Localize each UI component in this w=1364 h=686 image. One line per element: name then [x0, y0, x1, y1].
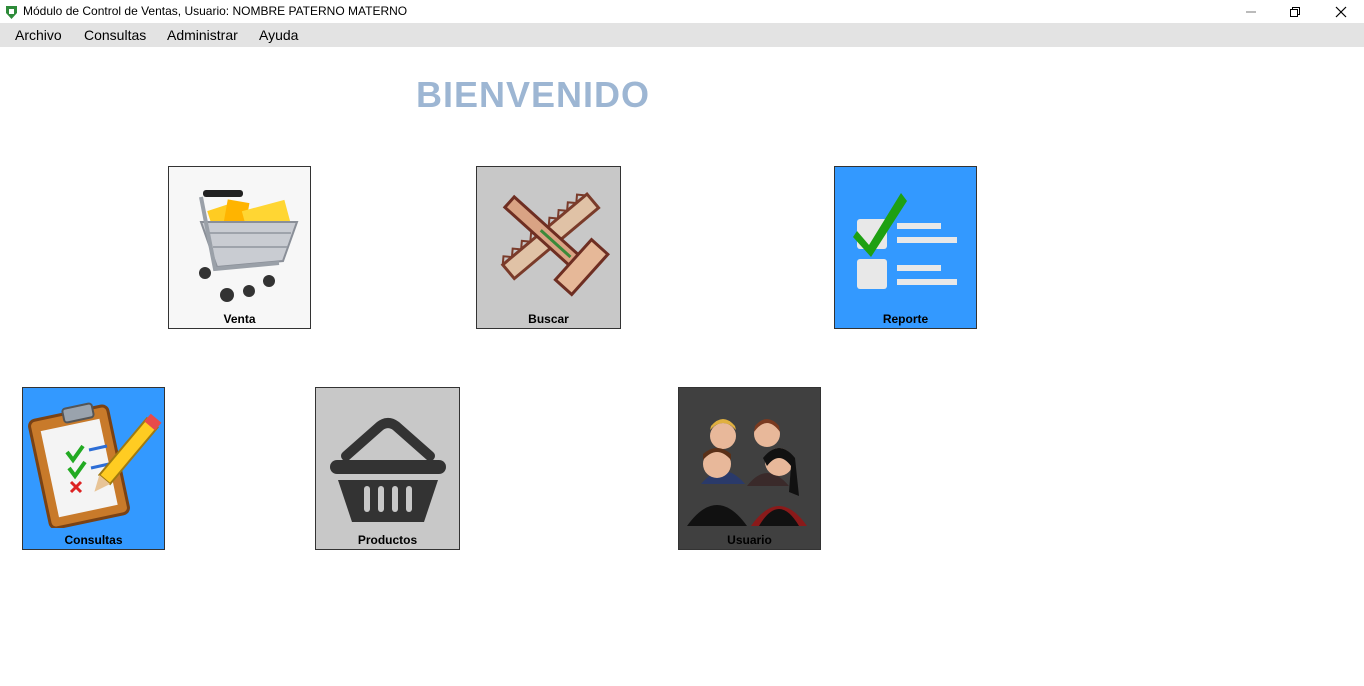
- menu-archivo[interactable]: Archivo: [15, 27, 62, 43]
- restore-icon: [1290, 7, 1300, 17]
- menu-administrar[interactable]: Administrar: [167, 27, 238, 43]
- window-title: Módulo de Control de Ventas, Usuario: NO…: [23, 4, 408, 18]
- restore-button[interactable]: [1272, 0, 1318, 23]
- tile-usuario-label: Usuario: [727, 533, 772, 547]
- tile-venta[interactable]: Venta: [168, 166, 311, 329]
- tile-reporte-label: Reporte: [882, 312, 929, 326]
- minimize-button[interactable]: [1228, 0, 1274, 23]
- app-shield-icon: [6, 6, 17, 19]
- tile-reporte[interactable]: Reporte: [834, 166, 977, 329]
- checklist-icon: [853, 193, 957, 289]
- menu-bar: Archivo Consultas Administrar Ayuda: [0, 23, 1364, 47]
- tile-consultas-label: Consultas: [64, 533, 123, 547]
- minimize-icon: [1246, 11, 1256, 13]
- shopping-cart-icon: [199, 190, 299, 302]
- menu-ayuda[interactable]: Ayuda: [259, 27, 298, 43]
- tile-buscar-label: Buscar: [528, 312, 569, 326]
- tools-icon: [500, 191, 610, 297]
- tile-venta-label: Venta: [223, 312, 256, 326]
- tile-buscar[interactable]: Buscar: [476, 166, 621, 329]
- tile-productos[interactable]: Productos: [315, 387, 460, 550]
- welcome-heading: BIENVENIDO: [416, 74, 651, 115]
- tile-consultas[interactable]: Consultas: [22, 387, 165, 550]
- tile-productos-label: Productos: [357, 533, 418, 547]
- close-button[interactable]: [1318, 0, 1364, 23]
- tile-usuario[interactable]: Usuario: [678, 387, 821, 550]
- basket-icon: [330, 418, 446, 522]
- users-icon: [687, 419, 807, 526]
- clipboard-icon: [28, 402, 162, 528]
- close-icon: [1335, 6, 1347, 18]
- menu-consultas[interactable]: Consultas: [84, 27, 146, 43]
- title-bar: Módulo de Control de Ventas, Usuario: NO…: [0, 0, 1364, 23]
